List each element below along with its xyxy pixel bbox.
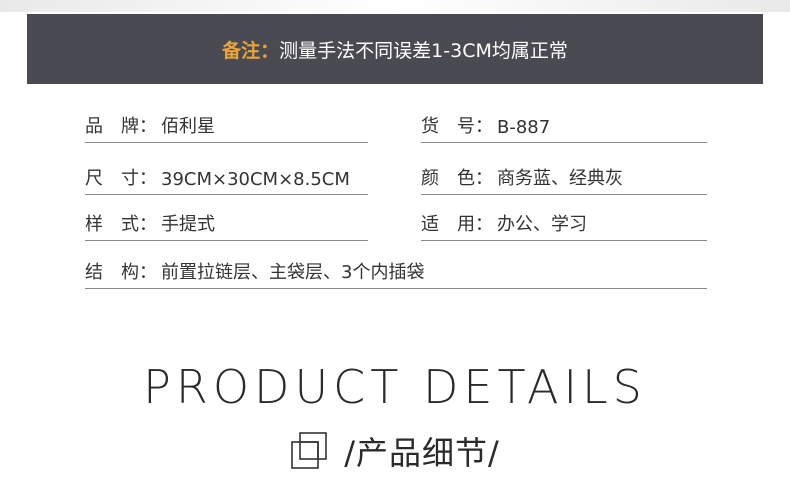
- spec-brand-value: 佰利星: [161, 116, 215, 137]
- spec-usage: 适 用： 办公、学习: [421, 210, 707, 241]
- spec-brand: 品 牌： 佰利星: [85, 112, 368, 143]
- spec-item-no: 货 号： B-887: [421, 112, 707, 143]
- notice-banner: 备注： 测量手法不同误差1-3CM均属正常: [27, 14, 763, 84]
- spec-color-value: 商务蓝、经典灰: [497, 168, 623, 189]
- spec-style-value: 手提式: [161, 214, 215, 235]
- spec-size: 尺 寸： 39CM×30CM×8.5CM: [85, 164, 368, 195]
- section-title: PRODUCT DETAILS: [143, 360, 647, 414]
- spec-size-label: 尺 寸：: [85, 168, 157, 189]
- spec-usage-label: 适 用：: [421, 214, 493, 235]
- spec-size-value: 39CM×30CM×8.5CM: [161, 169, 350, 190]
- spec-style: 样 式： 手提式: [85, 210, 368, 241]
- spec-structure-label: 结 构：: [85, 262, 157, 283]
- spec-structure: 结 构： 前置拉链层、主袋层、3个内插袋: [85, 258, 707, 289]
- spec-item-no-value: B-887: [497, 117, 551, 138]
- spec-style-label: 样 式：: [85, 214, 157, 235]
- notice-text: 测量手法不同误差1-3CM均属正常: [279, 39, 568, 62]
- spec-brand-label: 品 牌：: [85, 116, 157, 137]
- section-subtitle: /产品细节/: [344, 434, 500, 472]
- section-subtitle-row: /产品细节/: [0, 428, 790, 474]
- notice-label: 备注：: [222, 39, 280, 62]
- spec-structure-value: 前置拉链层、主袋层、3个内插袋: [161, 262, 425, 283]
- spec-color: 颜 色： 商务蓝、经典灰: [421, 164, 707, 195]
- spec-item-no-label: 货 号：: [421, 116, 493, 137]
- top-decor-strip: [0, 0, 790, 12]
- spec-color-label: 颜 色：: [421, 168, 493, 189]
- spec-usage-value: 办公、学习: [497, 214, 587, 235]
- overlapping-squares-icon: [291, 432, 328, 469]
